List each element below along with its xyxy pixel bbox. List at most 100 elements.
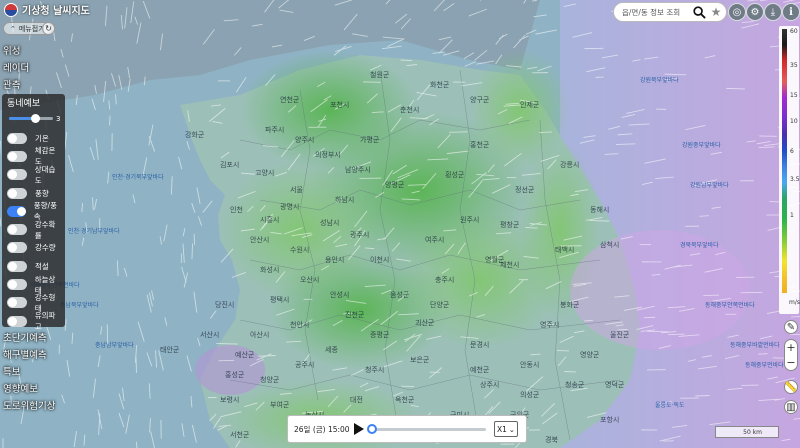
- download-button[interactable]: ⤓: [764, 3, 782, 21]
- gear-icon: ⚙: [750, 6, 760, 18]
- legend-color-bar: [782, 29, 787, 293]
- opacity-slider-track[interactable]: [9, 114, 53, 123]
- place-label: 안동시: [520, 361, 540, 369]
- info-button[interactable]: i: [782, 3, 800, 21]
- opacity-slider[interactable]: 3: [5, 112, 62, 125]
- star-icon[interactable]: ★: [709, 5, 723, 19]
- layer-row[interactable]: 상대습도: [5, 164, 62, 185]
- place-label: 동해시: [590, 206, 610, 214]
- forecast-layer-panel: 동네예보 3 기온 체감온도 상대습도 풍향 풍향/풍속 강수확률 강수량 적설 하늘상태 강수형…: [2, 94, 65, 331]
- layer-toggle[interactable]: [7, 279, 27, 291]
- sea-zone-label: 동해중부바깥먼바다: [730, 342, 780, 349]
- layer-toggle[interactable]: [7, 187, 27, 199]
- place-label: 시흥시: [260, 216, 280, 224]
- menu-item-nowcast[interactable]: 초단기예측: [3, 330, 47, 344]
- legend-tick: 6: [790, 148, 794, 155]
- place-label: 청송군: [565, 381, 585, 389]
- place-label: 남양주시: [345, 166, 371, 174]
- place-label: 연천군: [280, 96, 300, 104]
- layer-toggle[interactable]: [7, 242, 27, 254]
- legend-tick: 1: [790, 212, 794, 219]
- wind-speed-legend: 60 35 15 10 6 3.5 1 m/s: [779, 26, 800, 314]
- place-label: 광주시: [350, 231, 370, 239]
- layer-toggle[interactable]: [7, 315, 27, 327]
- layer-toggle[interactable]: [7, 297, 27, 309]
- menu-item-warning[interactable]: 특보: [3, 364, 20, 378]
- layer-toggle[interactable]: [7, 224, 27, 236]
- place-label: 안성시: [330, 291, 350, 299]
- place-label: 화천군: [430, 81, 450, 89]
- search-icon[interactable]: [692, 5, 706, 19]
- place-label: 이천시: [370, 256, 390, 264]
- search-input[interactable]: [622, 7, 690, 17]
- place-label: 의정부시: [315, 151, 341, 159]
- location-button[interactable]: ◎: [728, 3, 746, 21]
- time-player: 26일 (금) 15:00 X1 ⌄: [287, 415, 527, 443]
- place-label: 태안군: [160, 346, 180, 354]
- sea-zone-label: 충남남부앞바다: [95, 342, 134, 349]
- sea-zone-label: 인천·경기남부앞바다: [68, 228, 120, 235]
- layer-toggle[interactable]: [7, 150, 27, 162]
- layer-toggle[interactable]: [7, 169, 27, 181]
- place-label: 아산시: [250, 331, 270, 339]
- place-label: 고양시: [255, 169, 275, 177]
- place-label: 춘천시: [400, 106, 420, 114]
- place-label: 화성시: [260, 266, 280, 274]
- measure-button[interactable]: ✎: [784, 320, 798, 334]
- menu-item-satellite[interactable]: 위성: [3, 43, 20, 57]
- opacity-value: 3: [56, 114, 61, 123]
- place-label: 파주시: [265, 126, 285, 134]
- layer-label: 강수량: [35, 243, 56, 253]
- place-label: 용인시: [325, 256, 345, 264]
- place-label: 증평군: [370, 331, 390, 339]
- place-label: 옥천군: [395, 396, 415, 404]
- place-label: 원주시: [460, 216, 480, 224]
- menu-item-observation[interactable]: 관측: [3, 77, 20, 91]
- zoom-out-button[interactable]: −: [786, 357, 795, 368]
- place-label: 인천: [230, 206, 243, 214]
- layer-row[interactable]: 강수확률: [5, 219, 62, 240]
- play-icon: [354, 423, 364, 435]
- place-label: 문경시: [470, 341, 490, 349]
- menu-item-radar[interactable]: 레이더: [3, 60, 29, 74]
- place-label: 상주시: [480, 381, 500, 389]
- opacity-slider-handle[interactable]: [31, 114, 41, 123]
- weather-map[interactable]: 연천군 포천시 철원군 화천군 양구군 인제군 춘천시 홍천군 가평군 파주시 양주시 의정부시 남양주…: [0, 0, 800, 448]
- play-button[interactable]: [354, 423, 364, 435]
- layer-panel-title[interactable]: 동네예보: [7, 96, 62, 109]
- place-label: 수원시: [290, 246, 310, 254]
- speed-select[interactable]: X1 ⌄: [494, 421, 518, 437]
- ruler-button[interactable]: 📏: [784, 380, 798, 394]
- layer-toggle[interactable]: [7, 205, 26, 217]
- place-label: 가평군: [360, 136, 380, 144]
- refresh-button[interactable]: ↻: [42, 22, 55, 35]
- place-label: 서울: [290, 186, 303, 194]
- legend-tick: 60: [790, 28, 798, 35]
- menu-item-impact-forecast[interactable]: 영향예보: [3, 381, 38, 395]
- place-label: 양구군: [470, 96, 490, 104]
- legend-tick: 3.5: [790, 176, 800, 183]
- layer-label: 상대습도: [34, 164, 56, 185]
- timeline-slider[interactable]: [367, 423, 486, 434]
- layer-row[interactable]: 유의파고: [5, 311, 62, 331]
- kma-logo-icon: [4, 2, 18, 17]
- layer-label: 강수확률: [34, 219, 56, 240]
- scale-label: 50 km: [743, 428, 762, 436]
- basemap-button[interactable]: ▥: [784, 400, 798, 414]
- chevron-down-icon: ⌄: [508, 424, 515, 434]
- zoom-in-button[interactable]: +: [786, 342, 795, 353]
- sea-zone-label: 충남북부앞바다: [60, 302, 99, 309]
- timeline-handle[interactable]: [367, 423, 377, 434]
- settings-button[interactable]: ⚙: [746, 3, 764, 21]
- layer-toggle[interactable]: [7, 132, 27, 144]
- layer-row[interactable]: 강수량: [5, 239, 62, 257]
- app-header: 기상청 날씨지도: [4, 2, 90, 17]
- place-label: 평택시: [270, 296, 290, 304]
- menu-item-marine-zone[interactable]: 해구별예측: [3, 347, 47, 361]
- layer-toggle[interactable]: [7, 260, 27, 272]
- ruler-icon: 📏: [784, 381, 798, 393]
- place-label: 단양군: [430, 301, 450, 309]
- menu-item-road-weather[interactable]: 도로위험기상: [3, 398, 55, 412]
- place-label: 예산군: [235, 351, 255, 359]
- pencil-icon: ✎: [786, 321, 796, 333]
